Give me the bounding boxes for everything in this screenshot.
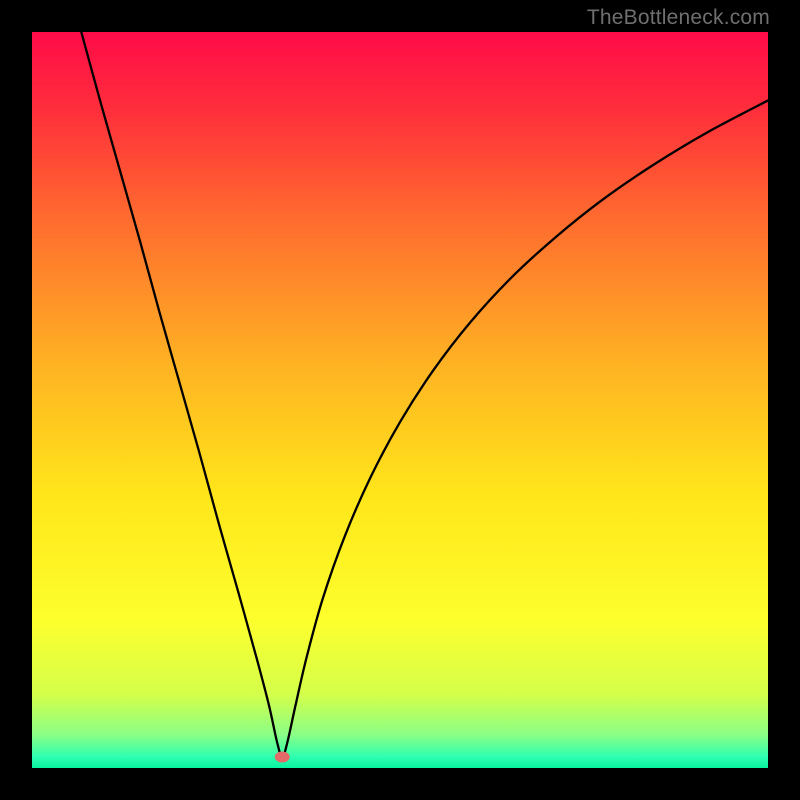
- plot-area: [32, 32, 768, 768]
- gradient-background: [32, 32, 768, 768]
- watermark-text: TheBottleneck.com: [587, 6, 770, 30]
- chart-frame: TheBottleneck.com: [0, 0, 800, 800]
- bottleneck-chart: [32, 32, 768, 768]
- optimal-marker: [275, 751, 290, 762]
